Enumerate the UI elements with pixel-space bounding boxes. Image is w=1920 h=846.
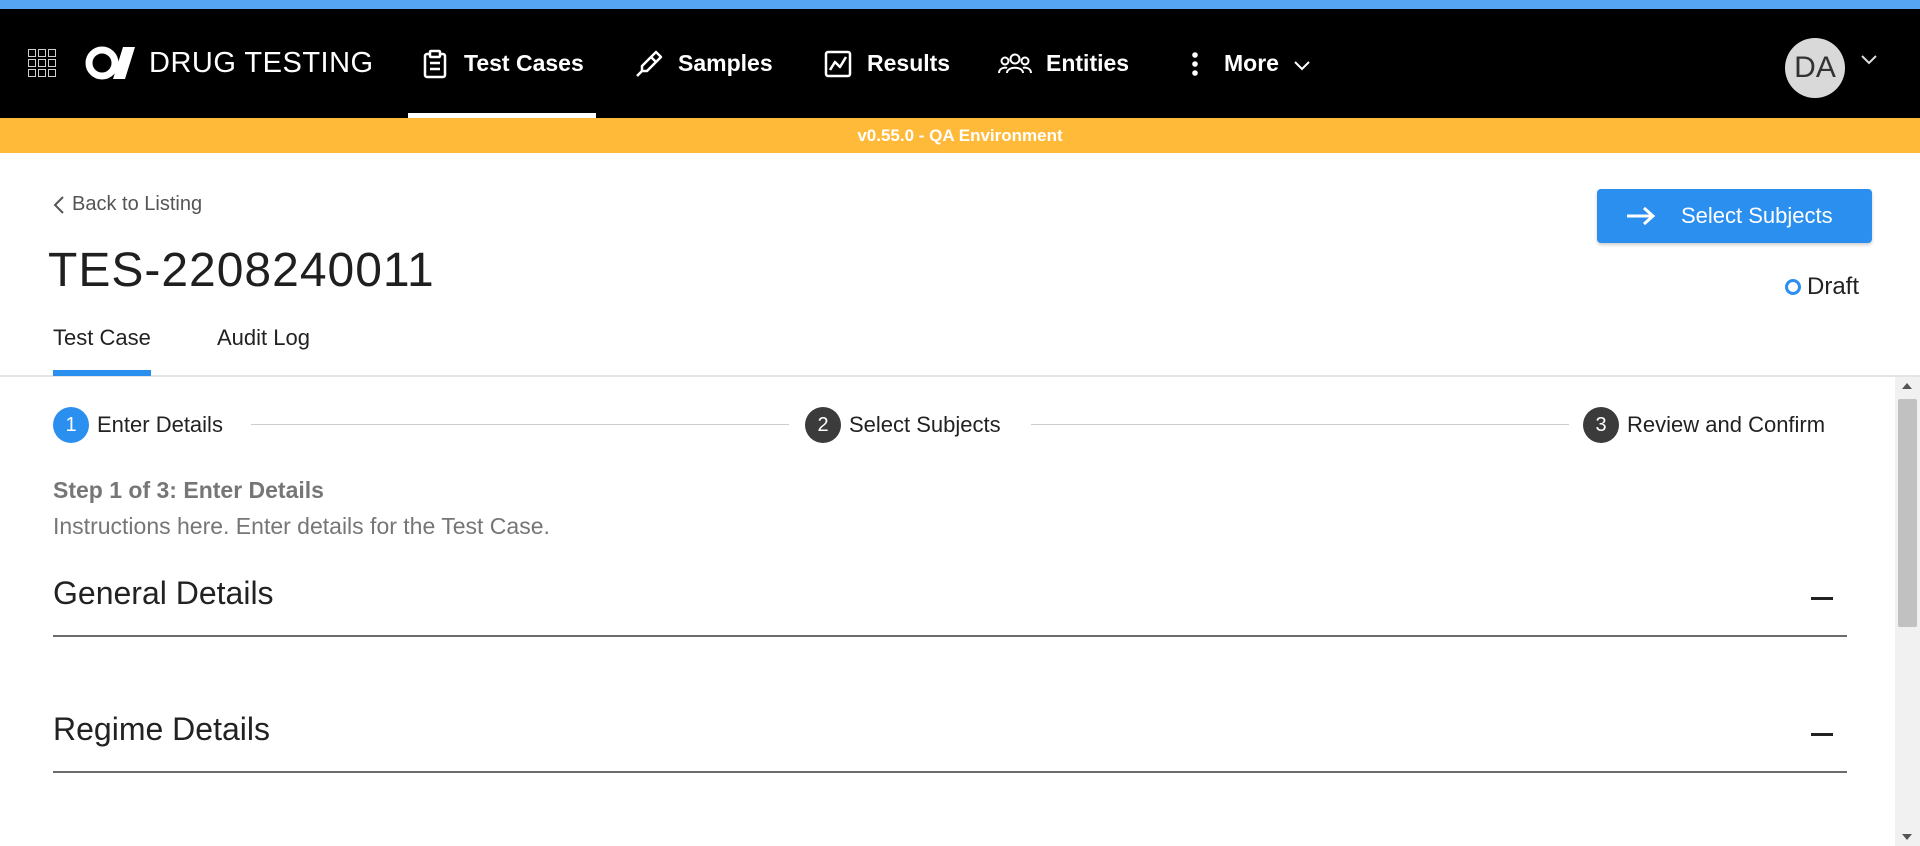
nav-label: Samples (678, 50, 773, 76)
step-instructions: Instructions here. Enter details for the… (53, 513, 550, 539)
status-dot-icon (1785, 279, 1801, 295)
nav-samples[interactable]: Samples (634, 9, 773, 118)
kebab-icon (1192, 51, 1198, 76)
status-badge: Draft (1785, 273, 1859, 301)
nav-results[interactable]: Results (823, 9, 950, 118)
step-label: Review and Confirm (1627, 412, 1826, 437)
nav-entities[interactable]: Entities (998, 9, 1129, 118)
step-label: Enter Details (97, 412, 223, 437)
collapse-icon[interactable] (1811, 597, 1833, 600)
nav-more[interactable]: More (1180, 9, 1311, 118)
tab-test-case[interactable]: Test Case (53, 325, 151, 376)
brand-name: DRUG TESTING (149, 46, 374, 79)
step-number: 1 (53, 407, 89, 443)
back-label: Back to Listing (72, 193, 203, 215)
chevron-down-icon[interactable] (1860, 51, 1878, 69)
section-title: General Details (53, 575, 274, 611)
chart-line-icon (824, 50, 852, 77)
scrollbar-thumb[interactable] (1898, 399, 1917, 627)
scroll-down-arrow-icon[interactable] (1902, 834, 1912, 840)
clipboard-icon (423, 49, 447, 78)
step-heading: Step 1 of 3: Enter Details (53, 477, 324, 503)
step-number: 2 (805, 407, 841, 443)
nav-test-cases[interactable]: Test Cases (408, 9, 596, 118)
step-select-subjects[interactable]: 2 Select Subjects (805, 407, 1001, 443)
page-title: TES-2208240011 (48, 244, 435, 297)
scroll-up-arrow-icon[interactable] (1902, 383, 1912, 389)
brand-logo-icon (85, 46, 135, 80)
page-header: Back to Listing TES-2208240011 Test Case… (0, 153, 1920, 377)
app-switcher-icon[interactable] (28, 49, 56, 77)
top-navbar: DRUG TESTING Test Cases Samples Results (0, 9, 1920, 118)
environment-label: v0.55.0 - QA Environment (857, 125, 1063, 145)
nav-label: Results (867, 50, 951, 76)
user-avatar[interactable]: DA (1785, 38, 1845, 98)
nav-label: Entities (1046, 50, 1130, 76)
stepper: 1 Enter Details 2 Select Subjects 3 Revi… (53, 407, 1843, 443)
people-icon (998, 53, 1032, 73)
stepper-connector (251, 424, 789, 425)
section-general-details: General Details (53, 555, 1847, 637)
chevron-down-icon (1294, 60, 1310, 70)
back-to-listing-link[interactable]: Back to Listing (52, 193, 202, 216)
dropper-icon (636, 50, 663, 77)
status-label: Draft (1807, 273, 1860, 300)
step-label: Select Subjects (849, 412, 1001, 437)
button-label: Select Subjects (1681, 203, 1833, 228)
section-title: Regime Details (53, 711, 270, 747)
main-content: 1 Enter Details 2 Select Subjects 3 Revi… (0, 377, 1895, 846)
step-review-confirm[interactable]: 3 Review and Confirm (1583, 407, 1825, 443)
nav-label: More (1224, 50, 1279, 76)
top-accent-stripe (0, 0, 1920, 9)
arrow-right-icon (1627, 206, 1656, 226)
environment-banner: v0.55.0 - QA Environment (0, 118, 1920, 153)
chevron-left-icon (53, 195, 64, 214)
brand[interactable]: DRUG TESTING (85, 43, 374, 83)
nav-label: Test Cases (464, 50, 584, 76)
vertical-scrollbar[interactable] (1895, 377, 1920, 846)
select-subjects-button[interactable]: Select Subjects (1597, 189, 1872, 243)
collapse-icon[interactable] (1811, 733, 1833, 736)
section-regime-details: Regime Details (53, 691, 1847, 773)
step-number: 3 (1583, 407, 1619, 443)
stepper-connector (1031, 424, 1569, 425)
tab-audit-log[interactable]: Audit Log (217, 325, 310, 351)
step-enter-details[interactable]: 1 Enter Details (53, 407, 223, 443)
